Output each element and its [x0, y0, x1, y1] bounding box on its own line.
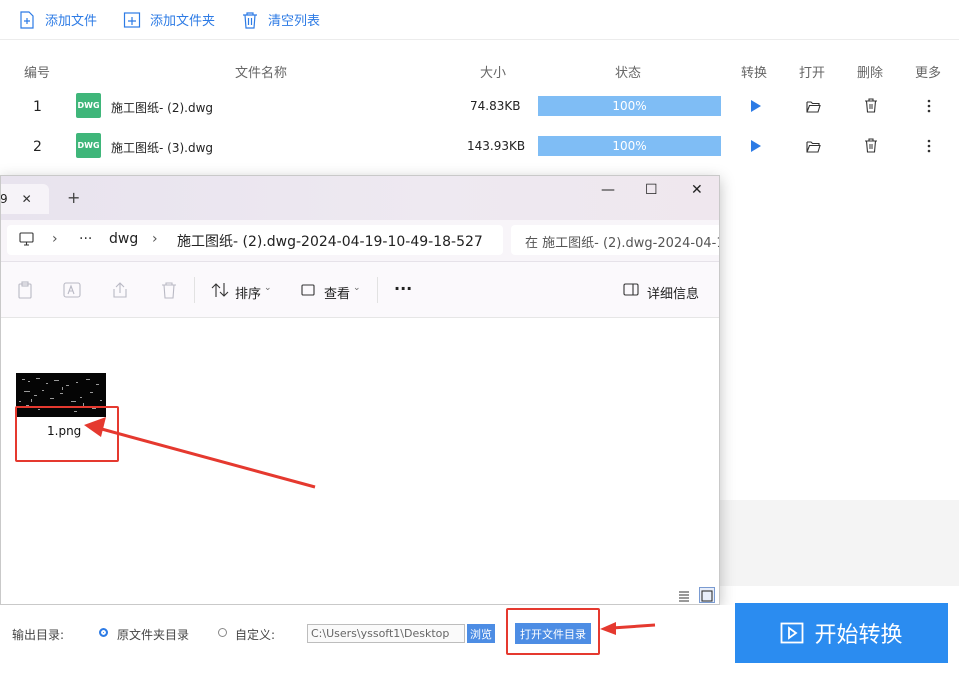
divider	[194, 277, 195, 303]
bottom-bar: 输出目录: 原文件夹目录 自定义: 浏览 打开文件目录 开始转换	[0, 603, 959, 673]
convert-play-icon[interactable]	[748, 98, 764, 114]
radio-custom-folder[interactable]	[218, 628, 227, 637]
table-row: 2 DWG 施工图纸- (3).dwg 143.93KB 100%	[0, 126, 959, 166]
close-window-button[interactable]: ✕	[691, 182, 703, 198]
paste-icon[interactable]	[17, 281, 33, 303]
output-path-input[interactable]	[307, 624, 465, 643]
annotation-highlight-box	[506, 608, 600, 655]
add-folder-label: 添加文件夹	[150, 14, 216, 29]
table-row: 1 DWG 施工图纸- (2).dwg 74.83KB 100%	[0, 86, 959, 126]
explorer-titlebar: 9 ✕ + — ☐ ✕	[1, 176, 719, 220]
sort-icon	[211, 282, 229, 302]
header-status: 状态	[615, 66, 642, 81]
progress-bar: 100%	[538, 136, 721, 156]
open-folder-icon[interactable]	[805, 138, 821, 154]
toolbar: 添加文件 添加文件夹 清空列表	[0, 0, 959, 40]
view-icon	[301, 284, 315, 300]
breadcrumb-dwg[interactable]: dwg	[109, 231, 138, 247]
add-file-icon	[18, 10, 36, 29]
details-pane-icon	[623, 283, 639, 300]
share-icon[interactable]	[111, 281, 129, 303]
converter-app: 添加文件 添加文件夹 清空列表 编号 文件名称 大小 状态 转换 打开 删除 更…	[0, 0, 959, 673]
progress-bar: 100%	[538, 96, 721, 116]
file-explorer-window: 9 ✕ + — ☐ ✕ › ··· dwg › 施工图纸- (2).dwg-20…	[0, 175, 720, 605]
chevron-right-icon: ›	[52, 231, 58, 247]
convert-play-icon[interactable]	[748, 138, 764, 154]
maximize-button[interactable]: ☐	[645, 182, 658, 198]
more-options-icon[interactable]	[921, 138, 937, 154]
play-icon	[780, 622, 804, 644]
file-size: 74.83KB	[470, 99, 521, 113]
tab-label: 9	[0, 192, 8, 206]
file-name: 施工图纸- (2).dwg	[111, 101, 214, 115]
large-icons-view-icon[interactable]	[699, 587, 715, 603]
view-button[interactable]: 查看	[324, 283, 350, 302]
divider	[377, 277, 378, 303]
add-folder-icon	[123, 11, 141, 29]
header-convert: 转换	[741, 66, 768, 81]
add-folder-button[interactable]: 添加文件夹	[123, 10, 215, 29]
add-file-button[interactable]: 添加文件	[18, 10, 97, 29]
file-size: 143.93KB	[467, 139, 526, 153]
header-name: 文件名称	[235, 66, 288, 81]
dwg-file-icon: DWG	[76, 93, 101, 118]
add-file-label: 添加文件	[45, 14, 98, 29]
breadcrumb-ellipsis[interactable]: ···	[79, 231, 92, 247]
start-convert-label: 开始转换	[814, 623, 903, 648]
header-delete: 删除	[857, 66, 884, 81]
clear-list-button[interactable]: 清空列表	[241, 10, 320, 29]
dwg-file-icon: DWG	[76, 133, 101, 158]
header-open: 打开	[799, 66, 826, 81]
row-index: 1	[33, 99, 42, 115]
command-bar: 排序 ⌄ 查看 ⌄ ··· 详细信息	[1, 262, 719, 318]
annotation-highlight-box	[15, 406, 119, 462]
row-index: 2	[33, 139, 42, 155]
more-options-icon[interactable]	[921, 98, 937, 114]
search-input[interactable]: 在 施工图纸- (2).dwg-2024-04-1	[511, 225, 719, 255]
minimize-button[interactable]: —	[601, 182, 615, 198]
sort-button[interactable]: 排序	[235, 283, 261, 302]
details-view-icon[interactable]	[677, 588, 691, 602]
trash-icon	[241, 11, 259, 29]
table-header: 编号 文件名称 大小 状态 转换 打开 删除 更多	[0, 58, 959, 82]
option-custom-label: 自定义:	[235, 628, 276, 642]
file-name: 施工图纸- (3).dwg	[111, 141, 214, 155]
clear-list-label: 清空列表	[268, 14, 321, 29]
browse-button[interactable]: 浏览	[467, 624, 495, 643]
delete-icon[interactable]	[161, 281, 177, 303]
delete-icon[interactable]	[863, 97, 879, 113]
header-index: 编号	[24, 66, 51, 81]
new-tab-button[interactable]: +	[67, 188, 80, 207]
breadcrumb-current[interactable]: 施工图纸- (2).dwg-2024-04-19-10-49-18-527	[177, 231, 483, 251]
open-folder-icon[interactable]	[805, 98, 821, 114]
header-more: 更多	[915, 66, 942, 81]
address-bar[interactable]: › ··· dwg › 施工图纸- (2).dwg-2024-04-19-10-…	[7, 225, 503, 255]
file-view-area: 1.png	[1, 318, 719, 604]
computer-icon[interactable]	[19, 232, 34, 250]
tab-close-icon[interactable]: ✕	[22, 192, 32, 206]
start-convert-button[interactable]: 开始转换	[735, 603, 948, 663]
output-dir-label: 输出目录:	[12, 628, 65, 642]
chevron-down-icon: ⌄	[353, 283, 361, 293]
header-size: 大小	[480, 66, 507, 81]
chevron-down-icon: ⌄	[264, 283, 272, 293]
more-commands-button[interactable]: ···	[394, 279, 412, 298]
details-button[interactable]: 详细信息	[647, 283, 699, 302]
option-original-label: 原文件夹目录	[117, 628, 190, 642]
radio-original-folder[interactable]	[99, 628, 108, 637]
chevron-right-icon: ›	[152, 231, 158, 247]
address-area: › ··· dwg › 施工图纸- (2).dwg-2024-04-19-10-…	[1, 220, 719, 262]
delete-icon[interactable]	[863, 137, 879, 153]
rename-icon[interactable]	[63, 281, 81, 303]
explorer-tab[interactable]: 9 ✕	[1, 184, 49, 214]
